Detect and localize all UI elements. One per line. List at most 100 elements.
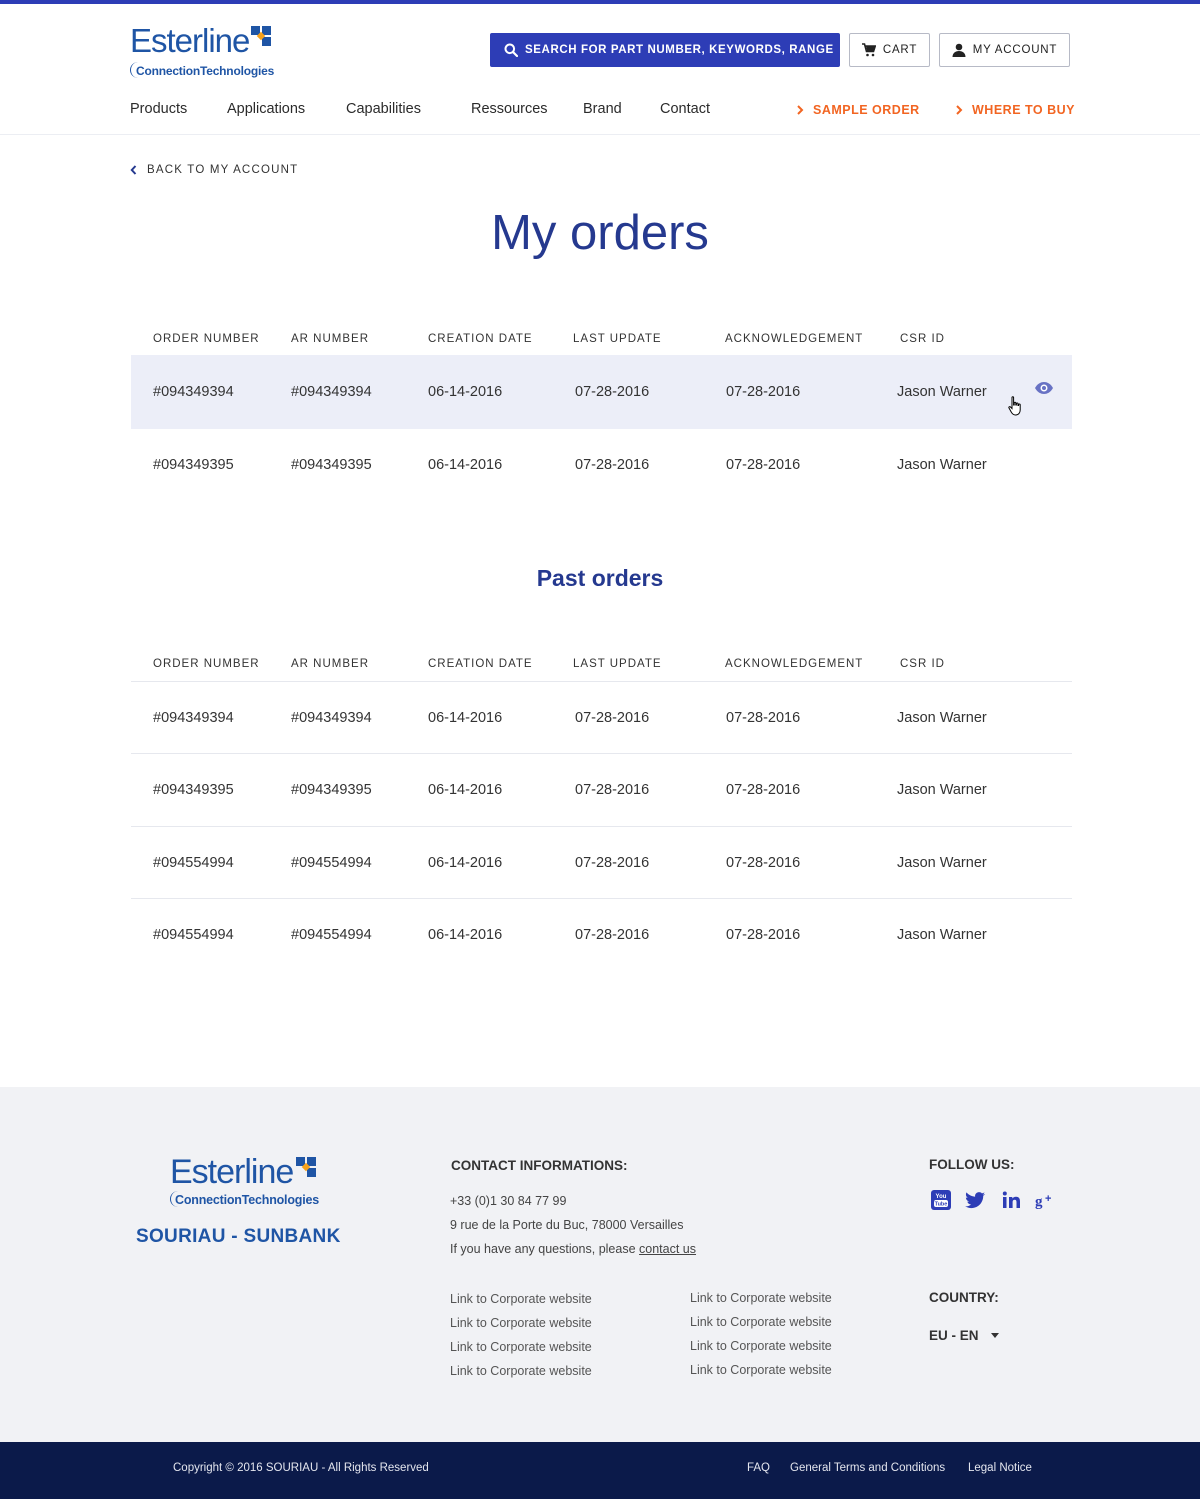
cell-order-number: #094349395 xyxy=(153,782,234,798)
cell-order-number: #094349394 xyxy=(153,384,234,400)
svg-text:+: + xyxy=(1045,1193,1051,1205)
nav-item-capabilities[interactable]: Capabilities xyxy=(346,101,421,117)
corporate-link[interactable]: Link to Corporate website xyxy=(450,1316,592,1330)
cell-acknowledgement: 07-28-2016 xyxy=(726,782,801,798)
souriau-sunbank-brand: SOURIAU - SUNBANK xyxy=(136,1226,341,1247)
youtube-icon[interactable]: You Tube xyxy=(930,1189,952,1211)
svg-text:g: g xyxy=(1035,1194,1043,1210)
cart-icon xyxy=(861,43,876,57)
back-to-account-link[interactable]: BACK TO MY ACCOUNT xyxy=(130,164,298,176)
cell-order-number: #094349395 xyxy=(153,457,234,473)
corporate-link[interactable]: Link to Corporate website xyxy=(450,1340,592,1354)
corporate-link[interactable]: Link to Corporate website xyxy=(450,1364,592,1378)
esterline-logo[interactable]: Esterline ConnectionTechnologies xyxy=(130,22,275,80)
table-row[interactable]: #094349395 #094349395 06-14-2016 07-28-2… xyxy=(131,753,1072,826)
my-account-button[interactable]: MY ACCOUNT xyxy=(939,33,1070,67)
table-row[interactable]: #094349394 #094349394 06-14-2016 07-28-2… xyxy=(131,681,1072,753)
user-icon xyxy=(952,43,966,57)
cell-order-number: #094554994 xyxy=(153,926,234,943)
col-last-update: LAST UPDATE xyxy=(573,333,662,345)
col-acknowledgement: ACKNOWLEDGEMENT xyxy=(725,333,864,345)
cell-creation-date: 06-14-2016 xyxy=(428,709,503,726)
country-selector[interactable]: EU - EN xyxy=(929,1328,999,1343)
copyright: Copyright © 2016 SOURIAU - All Rights Re… xyxy=(173,1462,429,1474)
contact-question: If you have any questions, please contac… xyxy=(450,1242,696,1256)
corporate-link[interactable]: Link to Corporate website xyxy=(690,1291,832,1305)
table-row[interactable]: #094349395 #094349395 06-14-2016 07-28-2… xyxy=(131,429,1072,501)
where-to-buy-link[interactable]: WHERE TO BUY xyxy=(955,103,1075,117)
logo-word: Esterline xyxy=(130,22,250,59)
chevron-right-icon xyxy=(956,105,963,115)
col-order-number: ORDER NUMBER xyxy=(153,658,260,670)
logo-mark-icon xyxy=(251,26,271,46)
cell-creation-date: 06-14-2016 xyxy=(428,457,503,473)
page-title: My orders xyxy=(491,206,709,260)
cell-last-update: 07-28-2016 xyxy=(575,709,650,726)
sample-order-link[interactable]: SAMPLE ORDER xyxy=(796,103,920,117)
terms-link[interactable]: General Terms and Conditions xyxy=(790,1462,945,1474)
corporate-link[interactable]: Link to Corporate website xyxy=(690,1315,832,1329)
col-csr-id: CSR ID xyxy=(900,333,945,345)
logo-subtitle: ConnectionTechnologies xyxy=(136,64,275,78)
current-orders-table: ORDER NUMBER AR NUMBER CREATION DATE LAS… xyxy=(131,333,1072,501)
corporate-link[interactable]: Link to Corporate website xyxy=(450,1292,592,1306)
logo-mark-icon xyxy=(296,1157,316,1177)
cell-ar-number: #094349394 xyxy=(291,709,372,726)
chevron-left-icon xyxy=(130,165,137,175)
table-row[interactable]: #094554994 #094554994 06-14-2016 07-28-2… xyxy=(131,826,1072,898)
linkedin-icon[interactable] xyxy=(1001,1189,1023,1211)
where-to-buy-label: WHERE TO BUY xyxy=(972,103,1075,117)
cell-csr-id: Jason Warner xyxy=(897,457,987,473)
cell-creation-date: 06-14-2016 xyxy=(428,854,503,871)
contact-question-text: If you have any questions, please xyxy=(450,1242,636,1256)
svg-text:Tube: Tube xyxy=(935,1202,948,1208)
cell-ar-number: #094349395 xyxy=(291,457,372,473)
cell-csr-id: Jason Warner xyxy=(897,384,987,400)
top-accent-bar xyxy=(0,0,1200,4)
view-eye-icon[interactable] xyxy=(1034,381,1054,395)
table-row[interactable]: #094349394 #094349394 06-14-2016 07-28-2… xyxy=(131,355,1072,429)
faq-link[interactable]: FAQ xyxy=(747,1462,770,1474)
twitter-icon[interactable] xyxy=(964,1189,986,1211)
google-plus-icon[interactable]: g + xyxy=(1035,1189,1057,1211)
cell-ar-number: #094349395 xyxy=(291,782,372,798)
corporate-link[interactable]: Link to Corporate website xyxy=(690,1363,832,1377)
nav-item-brand[interactable]: Brand xyxy=(583,101,622,117)
cell-order-number: #094349394 xyxy=(153,709,234,726)
footer xyxy=(0,1087,1200,1442)
svg-text:You: You xyxy=(936,1194,947,1200)
cell-creation-date: 06-14-2016 xyxy=(428,782,503,798)
nav-item-applications[interactable]: Applications xyxy=(227,101,305,117)
nav-item-contact[interactable]: Contact xyxy=(660,101,710,117)
cell-csr-id: Jason Warner xyxy=(897,854,987,871)
cell-last-update: 07-28-2016 xyxy=(575,854,650,871)
nav-item-ressources[interactable]: Ressources xyxy=(471,101,548,117)
cell-last-update: 07-28-2016 xyxy=(575,782,650,798)
contact-phone: +33 (0)1 30 84 77 99 xyxy=(450,1194,567,1208)
col-ar-number: AR NUMBER xyxy=(291,333,370,345)
cell-last-update: 07-28-2016 xyxy=(575,926,650,943)
legal-notice-link[interactable]: Legal Notice xyxy=(968,1462,1032,1474)
cell-last-update: 07-28-2016 xyxy=(575,457,650,473)
cell-acknowledgement: 07-28-2016 xyxy=(726,457,801,473)
past-orders-table: ORDER NUMBER AR NUMBER CREATION DATE LAS… xyxy=(131,658,1072,970)
hand-cursor-icon xyxy=(1008,396,1021,416)
contact-us-link[interactable]: contact us xyxy=(639,1242,696,1256)
col-csr-id: CSR ID xyxy=(900,658,945,670)
cell-csr-id: Jason Warner xyxy=(897,782,987,798)
search-button[interactable]: SEARCH FOR PART NUMBER, KEYWORDS, RANGE xyxy=(490,33,840,67)
cart-button[interactable]: CART xyxy=(849,33,930,67)
footer-esterline-logo[interactable]: Esterline ConnectionTechnologies xyxy=(170,1153,319,1211)
table-row[interactable]: #094554994 #094554994 06-14-2016 07-28-2… xyxy=(131,898,1072,970)
nav-item-products[interactable]: Products xyxy=(130,101,187,117)
corporate-link[interactable]: Link to Corporate website xyxy=(690,1339,832,1353)
col-last-update: LAST UPDATE xyxy=(573,658,662,670)
cell-ar-number: #094554994 xyxy=(291,854,372,871)
past-orders-title: Past orders xyxy=(536,565,664,591)
cell-acknowledgement: 07-28-2016 xyxy=(726,384,801,400)
contact-address: 9 rue de la Porte du Buc, 78000 Versaill… xyxy=(450,1218,684,1232)
footer-logo-word: Esterline xyxy=(170,1153,294,1191)
col-ar-number: AR NUMBER xyxy=(291,658,370,670)
header-divider xyxy=(0,134,1200,135)
cell-creation-date: 06-14-2016 xyxy=(428,384,503,400)
